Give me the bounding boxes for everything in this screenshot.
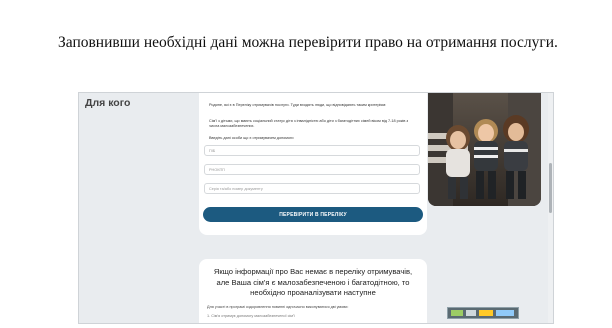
paragraph-text: Заповнивши необхідні дані можна перевіри… (58, 34, 558, 51)
intro-text-1: Родине, які є в Переліку отримувачів пос… (209, 103, 387, 107)
scrollbar-track[interactable] (548, 93, 553, 323)
document-paragraph: Заповнивши необхідні дані можна перевіри… (15, 32, 590, 54)
website-screenshot: Для кого Родине, які є в Переліку отриму… (78, 92, 554, 324)
check-in-list-button[interactable]: ПЕРЕВІРИТИ В ПЕРЕЛІКУ (203, 207, 423, 222)
taskbar-fragment (447, 307, 519, 319)
rnokpp-input[interactable]: РНОКПП (204, 164, 420, 175)
check-form-card: Родине, які є в Переліку отримувачів пос… (199, 93, 427, 235)
scrollbar-thumb[interactable] (549, 163, 552, 213)
info-card: Якщо інформації про Вас немає в переліку… (199, 259, 427, 323)
children-photo (428, 93, 541, 206)
page-title: Для кого (85, 97, 131, 109)
info-condition: 1. Сім'я отримує допомогу малозабезпечен… (207, 314, 295, 318)
info-headline: Якщо інформації про Вас немає в переліку… (213, 267, 413, 297)
intro-text-2: Сім'ї з дітьми, що мають соціальний стат… (209, 119, 409, 128)
enter-data-label: Введіть дані особи що є отримувачем допо… (209, 136, 294, 140)
info-subtext: Для участі в програмі оздоровлення повин… (207, 305, 349, 309)
pib-input[interactable]: ПІБ (204, 145, 420, 156)
document-number-input[interactable]: Серія та/або номер документу (204, 183, 420, 194)
